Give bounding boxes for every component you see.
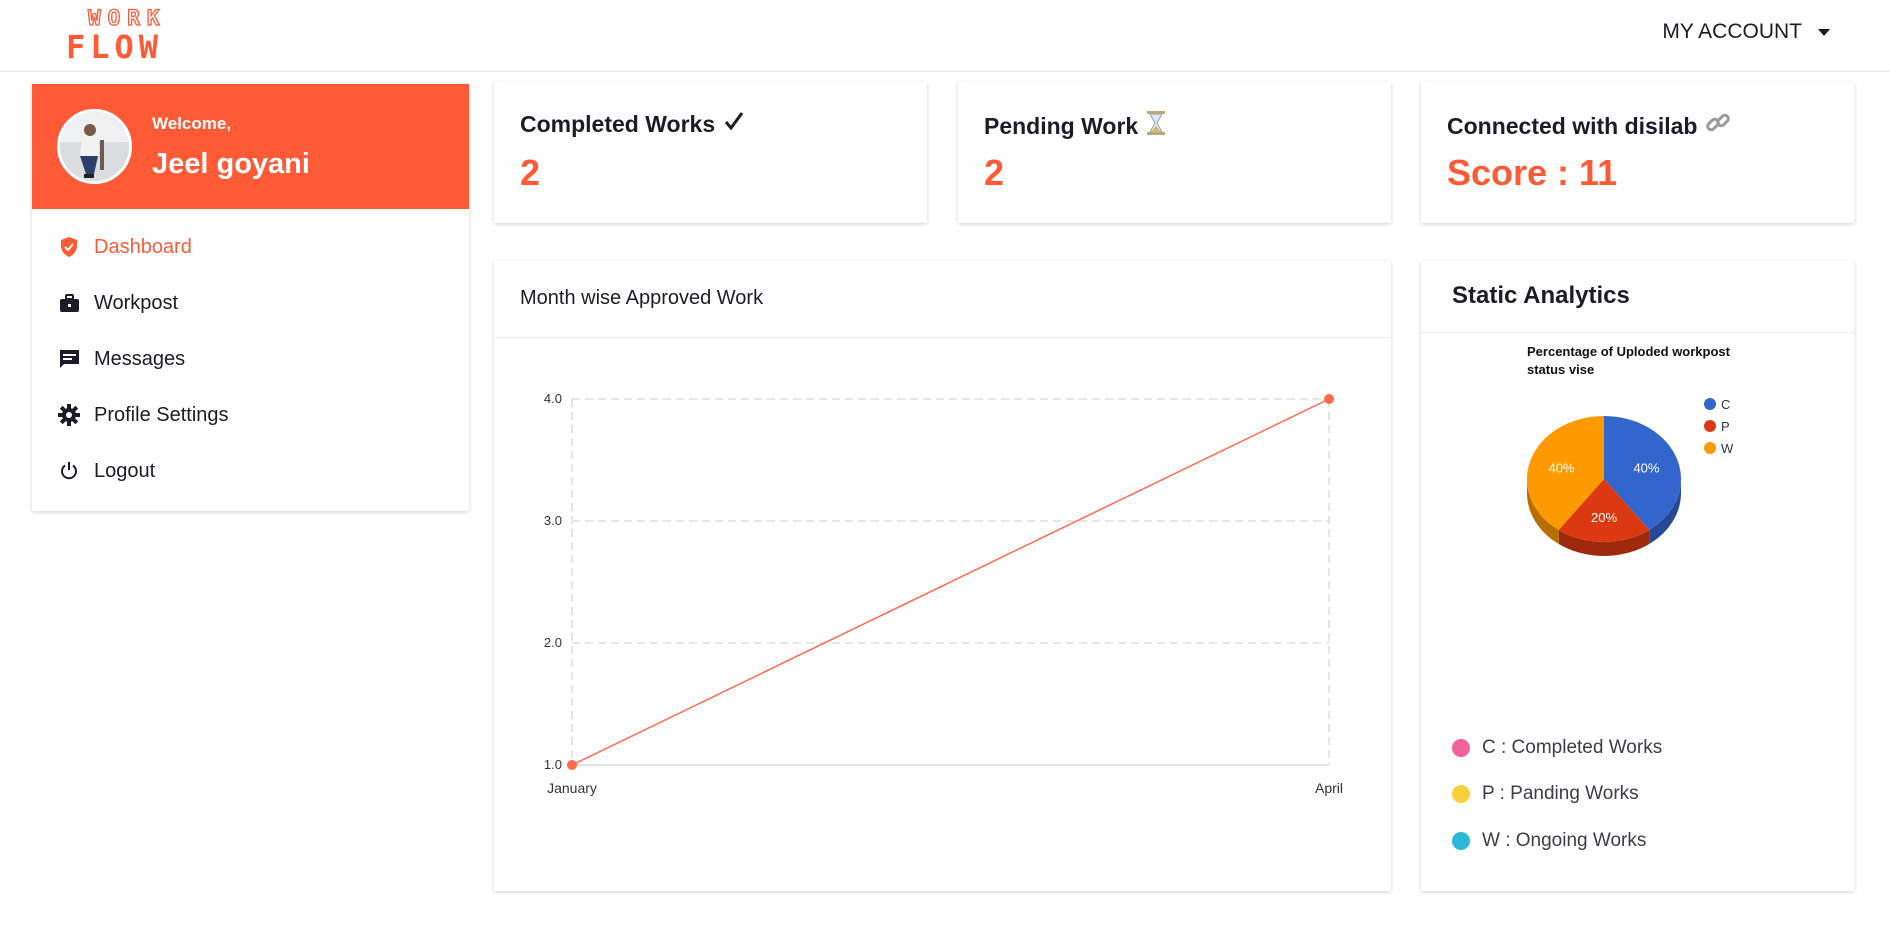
pending-work-title: Pending Work [984,110,1166,142]
data-point [567,760,577,770]
sidebar-item-label: Logout [94,459,156,482]
sidebar-item-workpost[interactable]: Workpost [32,275,469,331]
caret-down-icon [1818,28,1830,36]
link-icon [1705,110,1731,142]
score-value: Score : 11 [1447,152,1618,193]
pie-legend-dot [1704,398,1716,410]
shield-check-icon [58,236,80,258]
connected-card: Connected with disilab Score : 11 [1421,82,1854,223]
x-tick-label: April [1315,780,1343,796]
card-label: Completed Works [520,110,716,137]
my-account-label: MY ACCOUNT [1662,20,1802,43]
pie-slice-label: 20% [1591,510,1617,525]
completed-works-count: 2 [520,152,541,193]
pie-title-line: status vise [1527,362,1594,377]
completed-works-card: Completed Works 2 [494,82,927,223]
top-navbar: WORK FLOW MY ACCOUNT [0,0,1890,72]
y-tick-label: 1.0 [544,757,562,772]
sidebar-item-label: Profile Settings [94,403,229,426]
logo-text-flow: FLOW [66,28,164,66]
pie-slice-label: 40% [1633,460,1659,475]
avatar[interactable] [57,109,132,184]
pie-title-line: Percentage of Uploded workpost [1527,344,1731,359]
data-point [1324,394,1334,404]
sidebar-item-profile-settings[interactable]: Profile Settings [32,387,469,443]
workflow-logo[interactable]: WORK FLOW [66,5,192,66]
gear-icon [58,404,80,426]
static-analytics-header: Static Analytics [1421,261,1854,333]
user-name: Jeel goyani [152,148,310,180]
sidebar-item-label: Messages [94,347,186,370]
line-chart-header: Month wise Approved Work [494,261,1391,338]
sidebar-menu: Dashboard Workpost Messages Profile Sett… [32,209,469,499]
sidebar-item-messages[interactable]: Messages [32,331,469,387]
pending-work-count: 2 [984,152,1005,193]
series-line [571,398,1330,766]
static-analytics-title: Static Analytics [1452,282,1630,309]
y-tick-label: 2.0 [544,635,562,650]
hourglass-icon [1146,110,1166,142]
card-label: Pending Work [984,112,1139,139]
pending-work-card: Pending Work 2 [958,82,1391,223]
welcome-text: Welcome, [152,114,232,133]
sidebar-item-label: Dashboard [94,235,192,258]
legend-label: C : Completed Works [1482,737,1663,758]
my-account-dropdown[interactable]: MY ACCOUNT [1662,20,1830,44]
static-analytics-panel: Static Analytics Percentage of Uploded w… [1421,261,1854,891]
connected-title: Connected with disilab [1447,110,1731,142]
pie-legend-label: W [1721,441,1734,456]
legend-dot-pink [1452,739,1470,757]
line-chart-title: Month wise Approved Work [520,287,764,309]
legend-panding: P : Panding Works [1452,783,1639,805]
legend-completed: C : Completed Works [1452,737,1662,759]
pie-legend-dot [1704,442,1716,454]
card-label: Connected with disilab [1447,112,1698,139]
completed-works-title: Completed Works [520,110,745,138]
legend-label: W : Ongoing Works [1482,830,1647,851]
pie-legend-label: P [1721,419,1730,434]
check-icon [723,110,745,138]
sidebar-item-label: Workpost [94,291,179,314]
briefcase-icon [58,292,80,314]
pie-chart: Percentage of Uploded workpost status vis… [1527,344,1734,556]
sidebar-item-dashboard[interactable]: Dashboard [32,219,469,275]
message-icon [58,348,80,370]
line-chart-panel: Month wise Approved Work 1.0 2.0 3.0 4.0 Jan… [494,261,1391,891]
y-tick-label: 3.0 [544,513,562,528]
line-chart: 1.0 2.0 3.0 4.0 January April [544,391,1343,796]
pie-legend-label: C [1721,397,1730,412]
legend-ongoing: W : Ongoing Works [1452,830,1646,852]
x-tick-label: January [547,780,597,796]
pie-slice-label: 40% [1549,460,1575,475]
logo-text-work: WORK [87,5,167,30]
sidebar-item-logout[interactable]: Logout [32,443,469,499]
profile-header: Welcome, Jeel goyani [32,84,469,209]
legend-dot-cyan [1452,832,1470,850]
legend-dot-yellow [1452,785,1470,803]
y-tick-label: 4.0 [544,391,562,406]
power-icon [58,460,80,482]
sidebar: Welcome, Jeel goyani Dashboard Workpost … [32,84,469,511]
pie-legend-dot [1704,420,1716,432]
legend-label: P : Panding Works [1482,783,1639,804]
